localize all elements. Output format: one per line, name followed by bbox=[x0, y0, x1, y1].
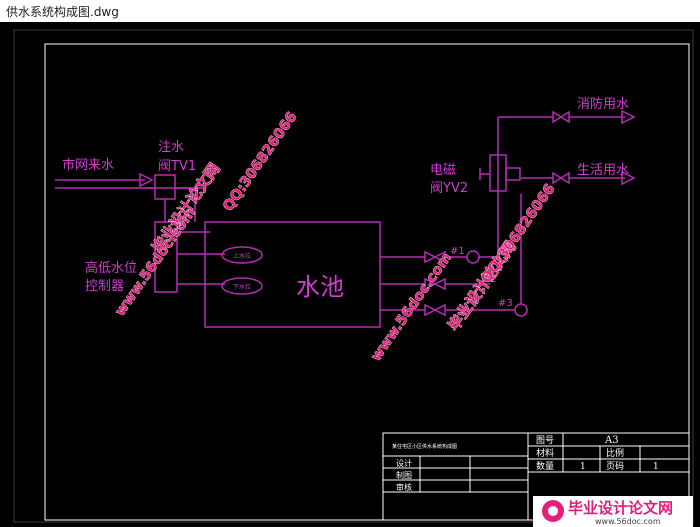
title-block-pages-value: 1 bbox=[653, 462, 659, 472]
title-block-drafting-label: 制图 bbox=[396, 470, 412, 480]
pump-1-label: #1 bbox=[450, 246, 465, 257]
upper-level-sensor: 上水位 bbox=[233, 252, 251, 260]
window-title-bar: 供水系统构成图.dwg bbox=[0, 0, 700, 22]
solenoid-label-1: 电磁 bbox=[430, 163, 456, 178]
level-controller-label-1: 高低水位 bbox=[85, 260, 137, 276]
footer-logo: 毕业设计论文网 www.56doc.com bbox=[533, 496, 693, 527]
level-controller-label-2: 控制器 bbox=[85, 279, 124, 294]
inlet-valve-label-2: 阀TV1 bbox=[158, 159, 196, 174]
pump-3-label: #3 bbox=[498, 298, 513, 309]
title-block-drawing-no-value: A3 bbox=[604, 435, 619, 446]
logo-url: www.56doc.com bbox=[595, 517, 661, 526]
window-title: 供水系统构成图.dwg bbox=[6, 5, 119, 19]
title-block-design-label: 设计 bbox=[396, 458, 412, 468]
domestic-water-label: 生活用水 bbox=[577, 163, 629, 178]
inlet-valve-label-1: 注水 bbox=[158, 140, 184, 155]
fire-water-label: 消防用水 bbox=[577, 96, 629, 112]
title-block-quantity-value: 1 bbox=[580, 462, 586, 472]
title-block-review-label: 审核 bbox=[396, 482, 412, 492]
cad-drawing-canvas[interactable]: 市网来水 注水 阀TV1 高低水位 控制器 上水位 下水位 水池 #1 #2 #… bbox=[0, 22, 700, 527]
title-block-quantity-label: 数量 bbox=[536, 460, 554, 472]
title-block-ratio-label: 比例 bbox=[606, 447, 624, 459]
title-block-pages-label: 页码 bbox=[606, 461, 624, 472]
title-block-drawing-no-label: 图号 bbox=[536, 435, 554, 446]
logo-name: 毕业设计论文网 bbox=[568, 499, 673, 517]
lower-level-sensor: 下水位 bbox=[233, 283, 251, 291]
tank-label: 水池 bbox=[296, 273, 344, 301]
city-water-label: 市网来水 bbox=[62, 157, 114, 173]
solenoid-label-2: 阀YV2 bbox=[430, 181, 468, 196]
title-block-drawing-title: 某住宅区小区供水系统构成图 bbox=[392, 443, 457, 450]
title-block-material-label: 材料 bbox=[536, 447, 554, 459]
